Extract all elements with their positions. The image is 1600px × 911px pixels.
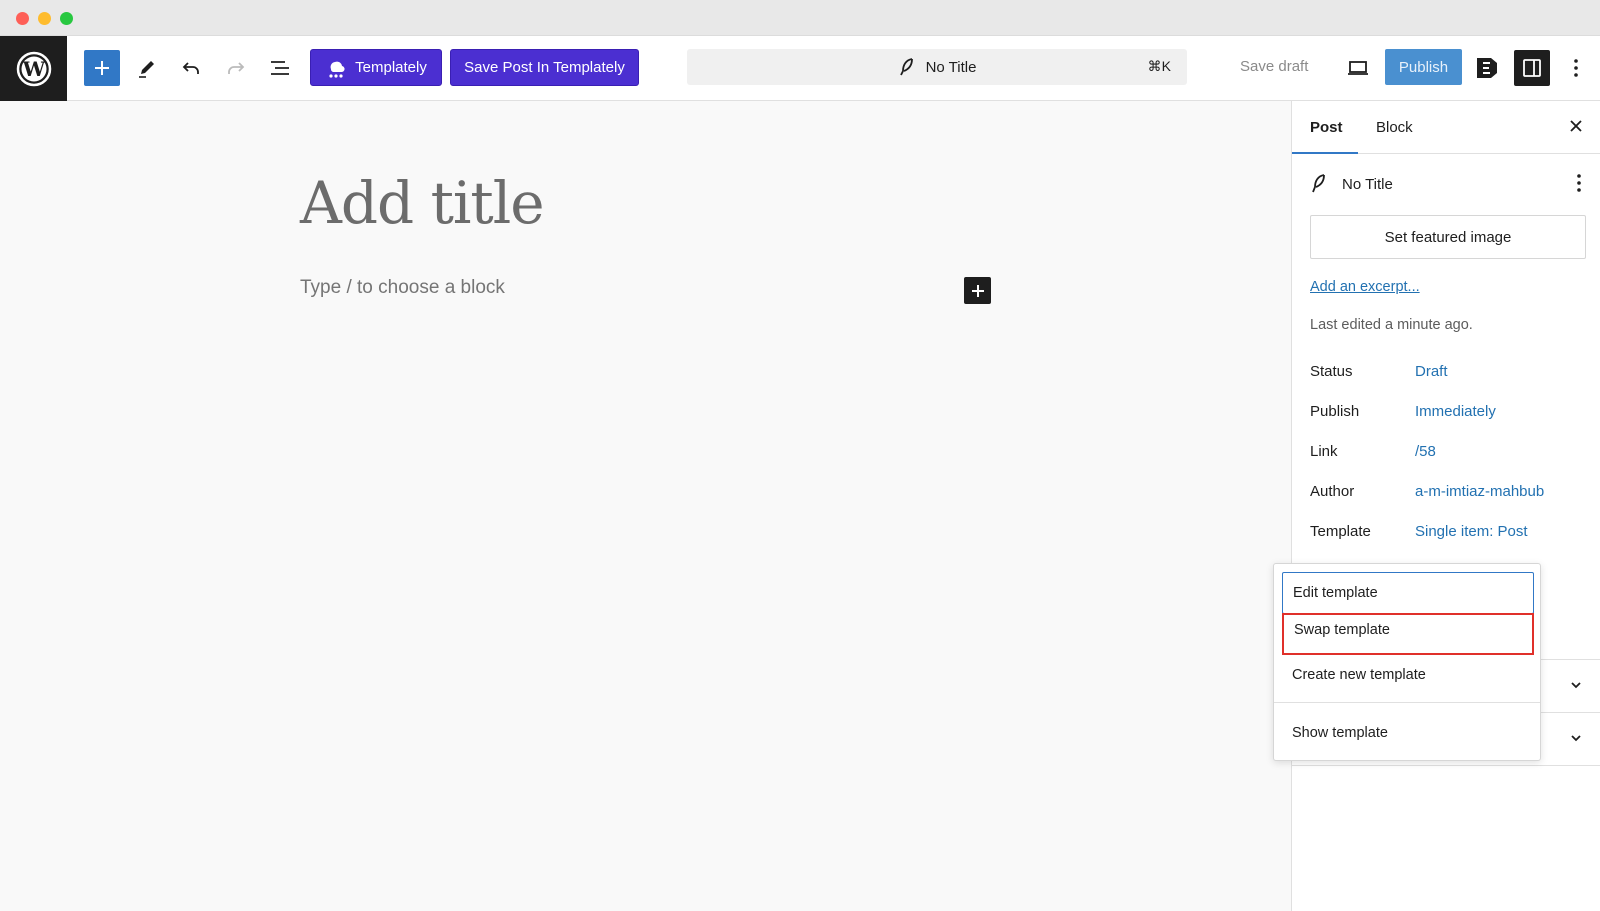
feather-icon bbox=[1312, 174, 1325, 193]
pencil-icon bbox=[139, 61, 154, 78]
templately-button[interactable]: Templately bbox=[310, 49, 442, 86]
status-value-button[interactable]: Draft bbox=[1415, 363, 1448, 380]
publish-date-button[interactable]: Immediately bbox=[1415, 403, 1496, 420]
plus-icon bbox=[95, 61, 109, 75]
redo-button[interactable] bbox=[218, 50, 254, 86]
chevron-down-icon bbox=[1569, 678, 1583, 697]
command-title: No Title bbox=[925, 58, 977, 76]
author-label: Author bbox=[1310, 483, 1355, 500]
inline-block-inserter-button[interactable] bbox=[964, 277, 991, 304]
template-options-menu: Edit template Swap template Create new t… bbox=[1273, 563, 1541, 761]
save-draft-button[interactable]: Save draft bbox=[1240, 58, 1308, 75]
edit-template-menu-item[interactable]: Edit template bbox=[1282, 572, 1534, 614]
close-icon bbox=[1570, 120, 1582, 132]
list-view-icon bbox=[271, 61, 289, 75]
preview-button[interactable] bbox=[1340, 50, 1376, 86]
editor-toolbar: W Templately Save Post In Templately No … bbox=[0, 36, 1600, 101]
link-label: Link bbox=[1310, 443, 1338, 460]
divider bbox=[1274, 702, 1540, 703]
minimize-window-button[interactable] bbox=[38, 12, 51, 25]
maximize-window-button[interactable] bbox=[60, 12, 73, 25]
block-placeholder[interactable]: Type / to choose a block bbox=[300, 277, 505, 299]
editor-canvas: Add title Type / to choose a block bbox=[0, 101, 1291, 911]
settings-sidebar-toggle[interactable] bbox=[1514, 50, 1550, 86]
sidebar-icon bbox=[1523, 59, 1541, 77]
elementor-button[interactable] bbox=[1469, 50, 1505, 86]
command-shortcut: ⌘K bbox=[1147, 58, 1171, 74]
sidebar-post-title: No Title bbox=[1342, 175, 1393, 193]
tab-post[interactable]: Post bbox=[1310, 119, 1343, 136]
post-actions-button[interactable] bbox=[1576, 173, 1582, 198]
swap-template-menu-item[interactable]: Swap template bbox=[1282, 613, 1534, 655]
options-menu-button[interactable] bbox=[1558, 50, 1594, 86]
post-title-input[interactable]: Add title bbox=[300, 169, 545, 237]
redo-icon bbox=[228, 62, 245, 74]
wordpress-logo-button[interactable]: W bbox=[0, 36, 67, 101]
show-template-menu-item[interactable]: Show template bbox=[1282, 712, 1534, 754]
close-window-button[interactable] bbox=[16, 12, 29, 25]
close-sidebar-button[interactable] bbox=[1568, 118, 1584, 139]
command-palette-button[interactable]: No Title ⌘K bbox=[687, 49, 1187, 85]
wordpress-icon: W bbox=[16, 51, 51, 86]
block-inserter-button[interactable] bbox=[84, 50, 120, 86]
more-vertical-icon bbox=[1577, 174, 1581, 192]
divider bbox=[1292, 765, 1600, 766]
create-new-template-menu-item[interactable]: Create new template bbox=[1282, 654, 1534, 696]
add-excerpt-link[interactable]: Add an excerpt... bbox=[1310, 279, 1420, 295]
template-button[interactable]: Single item: Post bbox=[1415, 523, 1528, 540]
post-summary-header: No Title bbox=[1310, 173, 1393, 195]
active-tab-indicator bbox=[1292, 152, 1358, 154]
undo-button[interactable] bbox=[173, 50, 209, 86]
save-post-in-templately-button[interactable]: Save Post In Templately bbox=[450, 49, 639, 86]
svg-text:W: W bbox=[21, 57, 45, 81]
plus-icon bbox=[971, 284, 984, 297]
feather-icon bbox=[898, 57, 916, 77]
status-label: Status bbox=[1310, 363, 1353, 380]
permalink-button[interactable]: /58 bbox=[1415, 443, 1436, 460]
tab-block[interactable]: Block bbox=[1376, 119, 1413, 136]
chevron-down-icon bbox=[1569, 731, 1583, 750]
template-label: Template bbox=[1310, 523, 1371, 540]
author-button[interactable]: a-m-imtiaz-mahbub bbox=[1415, 483, 1544, 500]
last-edited-text: Last edited a minute ago. bbox=[1310, 317, 1473, 333]
templately-icon bbox=[329, 61, 345, 78]
document-overview-button[interactable] bbox=[262, 50, 298, 86]
sidebar-tabs: Post Block bbox=[1292, 101, 1600, 154]
templately-label: Templately bbox=[355, 59, 427, 76]
laptop-icon bbox=[1348, 61, 1368, 75]
more-vertical-icon bbox=[1574, 59, 1578, 77]
tools-button[interactable] bbox=[129, 50, 165, 86]
window-title-bar bbox=[0, 0, 1600, 36]
save-post-in-templately-label: Save Post In Templately bbox=[464, 59, 625, 76]
publish-label: Publish bbox=[1310, 403, 1360, 420]
set-featured-image-button[interactable]: Set featured image bbox=[1310, 215, 1586, 259]
settings-sidebar: Post Block No Title Set featured image A… bbox=[1291, 101, 1600, 911]
elementor-icon bbox=[1477, 58, 1497, 78]
publish-button[interactable]: Publish bbox=[1385, 49, 1462, 85]
undo-icon bbox=[182, 62, 199, 74]
